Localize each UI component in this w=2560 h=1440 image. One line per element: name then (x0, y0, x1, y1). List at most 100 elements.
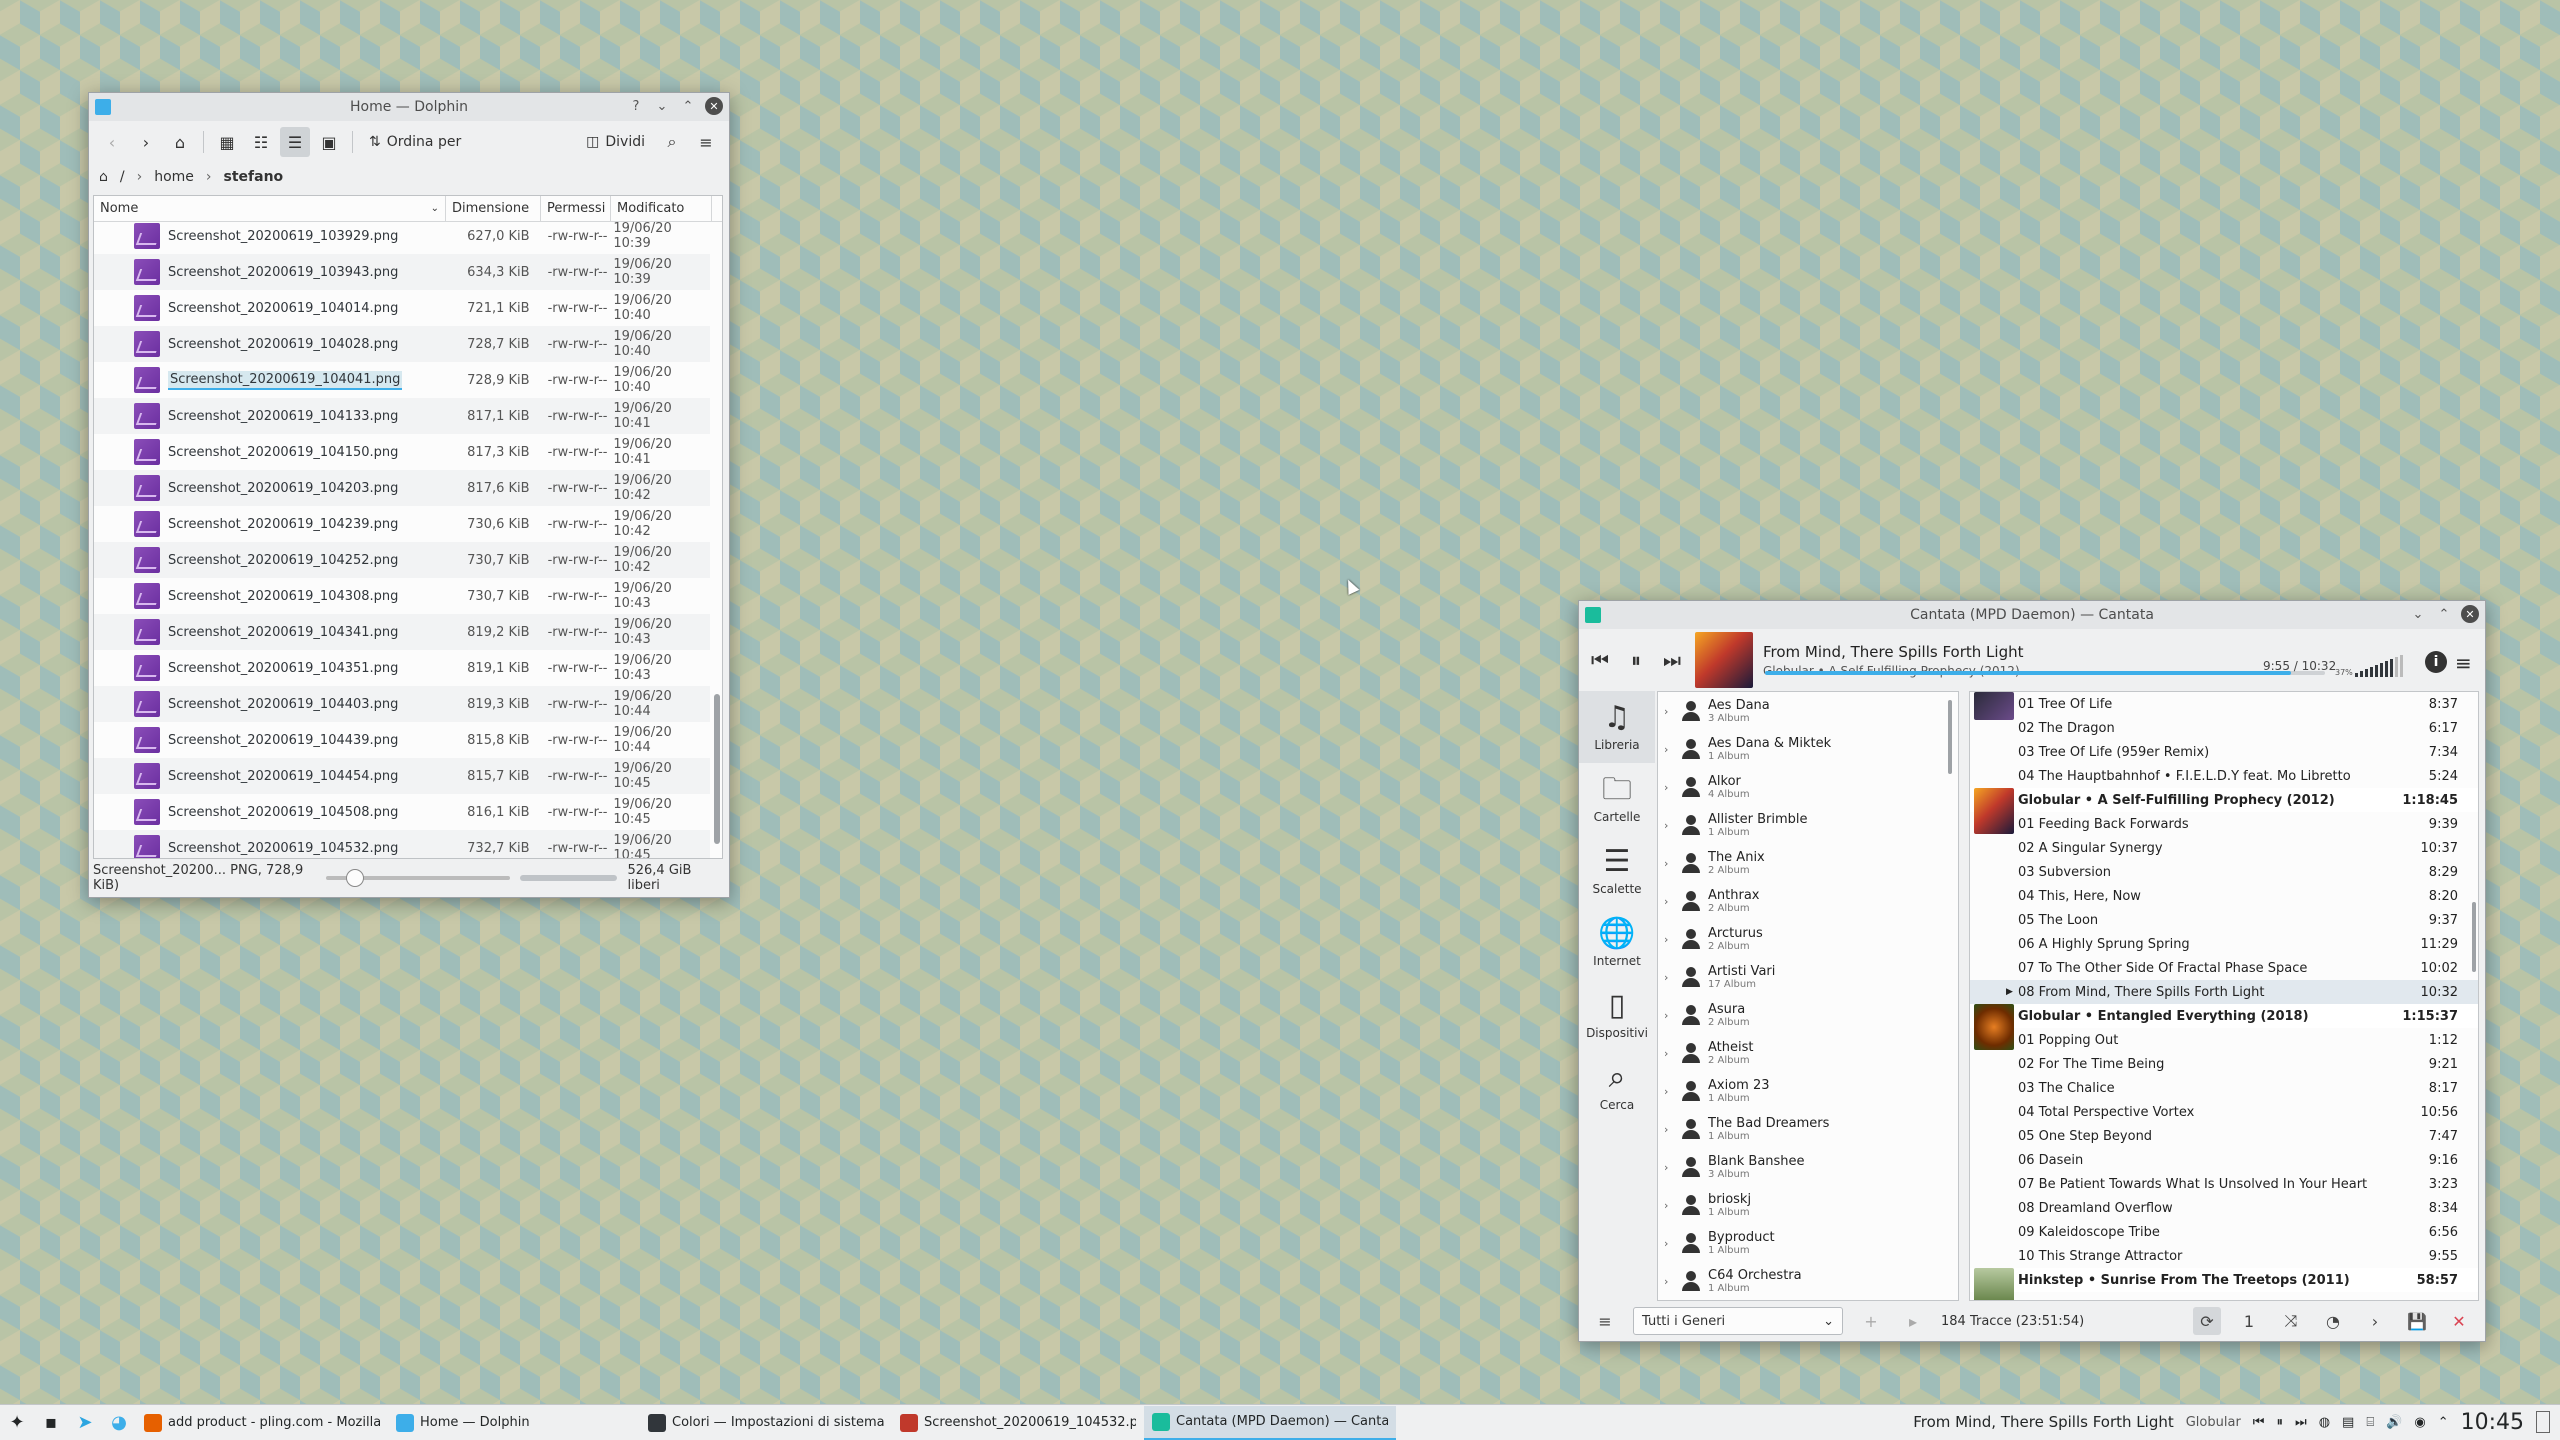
artist-row[interactable]: › The Anix 2 Album (1658, 844, 1958, 882)
zoom-slider[interactable] (326, 869, 511, 887)
file-row[interactable]: Screenshot_20200619_104341.png 819,2 KiB -… (94, 614, 710, 650)
artist-row[interactable]: › Axiom 23 1 Album (1658, 1072, 1958, 1110)
tray-artist[interactable]: Globular (2186, 1415, 2241, 1430)
breadcrumb-current[interactable]: stefano (224, 169, 284, 185)
chevron-right-icon[interactable]: › (1664, 1275, 1674, 1288)
compact-view-icon[interactable]: ☷ (246, 127, 276, 157)
notifications-icon[interactable]: ◉ (2414, 1415, 2425, 1430)
file-row[interactable]: Screenshot_20200619_104508.png 816,1 KiB -… (94, 794, 710, 830)
clock[interactable]: 10:45 (2461, 1410, 2524, 1435)
sidebar-item-cerca[interactable]: ⌕ Cerca (1579, 1051, 1655, 1123)
genre-select[interactable]: Tutti i Generi ⌄ (1633, 1307, 1843, 1335)
file-row[interactable]: Screenshot_20200619_104454.png 815,7 KiB -… (94, 758, 710, 794)
sidebar-item-cartelle[interactable]: 🗀 Cartelle (1579, 763, 1655, 835)
track-row[interactable]: 05 The Loon 9:37 (1970, 908, 2478, 932)
artist-scrollbar[interactable] (1948, 700, 1952, 774)
chevron-right-icon[interactable]: › (1664, 895, 1674, 908)
menu-icon[interactable]: ≡ (1591, 1307, 1619, 1335)
chevron-right-icon[interactable]: › (1664, 819, 1674, 832)
track-row[interactable]: 04 The Hauptbahnhof • F.I.E.L.D.Y feat. … (1970, 764, 2478, 788)
chevron-right-icon[interactable]: › (1664, 1199, 1674, 1212)
maximize-button[interactable]: ⌃ (679, 97, 697, 115)
split-button[interactable]: ◫ Dividi (578, 127, 653, 157)
artist-row[interactable]: › Blank Banshee 3 Album (1658, 1148, 1958, 1186)
task-item[interactable]: Cantata (MPD Daemon) — Cantata (1144, 1405, 1396, 1440)
info-icon[interactable]: i (2425, 651, 2447, 673)
telegram-icon[interactable]: ➤ (68, 1406, 102, 1440)
save-icon[interactable]: 💾 (2403, 1307, 2431, 1335)
terminal-icon[interactable]: ▪ (34, 1406, 68, 1440)
hamburger-menu-icon[interactable]: ≡ (691, 127, 721, 157)
chevron-right-icon[interactable]: › (1664, 971, 1674, 984)
clear-icon[interactable]: ✕ (2445, 1307, 2473, 1335)
chevron-right-icon[interactable]: › (1664, 743, 1674, 756)
track-row[interactable]: 02 A Singular Synergy 10:37 (1970, 836, 2478, 860)
file-row[interactable]: Screenshot_20200619_103943.png 634,3 KiB -… (94, 254, 710, 290)
icons-view-icon[interactable]: ▦ (212, 127, 242, 157)
show-desktop-icon[interactable] (2536, 1411, 2550, 1433)
file-row[interactable]: Screenshot_20200619_104150.png 817,3 KiB -… (94, 434, 710, 470)
file-row[interactable]: Screenshot_20200619_104014.png 721,1 KiB -… (94, 290, 710, 326)
volume-icon[interactable]: 🔊 (2386, 1415, 2402, 1430)
track-row[interactable]: 04 Total Perspective Vortex 10:56 (1970, 1100, 2478, 1124)
application-launcher-icon[interactable]: ✦ (0, 1406, 34, 1440)
file-row[interactable]: Screenshot_20200619_104041.png 728,9 KiB -… (94, 362, 710, 398)
chevron-right-icon[interactable]: › (1664, 1237, 1674, 1250)
sidebar-item-internet[interactable]: 🌐 Internet (1579, 907, 1655, 979)
chevron-right-icon[interactable]: › (1664, 705, 1674, 718)
album-header-row[interactable]: Globular • A Self-Fulfilling Prophecy (2… (1970, 788, 2478, 834)
file-row[interactable]: Screenshot_20200619_104532.png 732,7 KiB -… (94, 830, 710, 858)
artist-row[interactable]: › The Bad Dreamers 1 Album (1658, 1110, 1958, 1148)
forward-button[interactable]: › (131, 127, 161, 157)
chevron-right-icon[interactable]: › (1664, 781, 1674, 794)
progress-bar[interactable] (1765, 671, 2325, 675)
album-header-row[interactable]: Globular • Entangled Everything (2018) 1:… (1970, 1004, 2478, 1050)
track-row[interactable]: 01 Popping Out 1:12 (1970, 1028, 2478, 1052)
track-row[interactable]: 01 Feeding Back Forwards 9:39 (1970, 812, 2478, 836)
consume-icon[interactable]: ◔ (2319, 1307, 2347, 1335)
track-row[interactable]: ▶ 08 From Mind, There Spills Forth Light 1… (1970, 980, 2478, 1004)
artist-list[interactable]: › Aes Dana 3 Album › Aes Dana & Miktek 1 Albu… (1657, 691, 1959, 1301)
track-row[interactable]: 07 Be Patient Towards What Is Unsolved I… (1970, 1172, 2478, 1196)
previous-track-icon[interactable]: ⏮ (2253, 1415, 2265, 1430)
maximize-button[interactable]: ⌃ (2435, 605, 2453, 623)
sidebar-item-dispositivi[interactable]: ▯ Dispositivi (1579, 979, 1655, 1051)
sidebar-item-scalette[interactable]: ☰ Scalette (1579, 835, 1655, 907)
minimize-button[interactable]: ⌄ (653, 97, 671, 115)
track-row[interactable]: 02 The Dragon 6:17 (1970, 716, 2478, 740)
chevron-right-icon[interactable]: › (2361, 1307, 2389, 1335)
cantata-window[interactable]: Cantata (MPD Daemon) — Cantata ⌄ ⌃ ✕ ⏮ ⏸… (1578, 600, 2486, 1342)
track-row[interactable]: 03 The Chalice 8:17 (1970, 1076, 2478, 1100)
details-view-icon[interactable]: ☰ (280, 127, 310, 157)
close-button[interactable]: ✕ (2461, 605, 2479, 623)
sidebar-item-libreria[interactable]: ♫ Libreria (1579, 691, 1655, 763)
repeat-icon[interactable]: ⟳ (2193, 1307, 2221, 1335)
track-row[interactable]: 01 Tree Of Life 8:37 (1970, 692, 2478, 716)
artist-row[interactable]: › C64 Orchestra 1 Album (1658, 1262, 1958, 1300)
artist-row[interactable]: › Aes Dana & Miktek 1 Album (1658, 730, 1958, 768)
file-row[interactable]: Screenshot_20200619_104028.png 728,7 KiB -… (94, 326, 710, 362)
track-row[interactable]: 06 Dasein 9:16 (1970, 1148, 2478, 1172)
search-icon[interactable]: ⌕ (657, 127, 687, 157)
file-row[interactable]: Screenshot_20200619_104403.png 819,3 KiB -… (94, 686, 710, 722)
artist-row[interactable]: › Artisti Vari 17 Album (1658, 958, 1958, 996)
album-header-row[interactable]: Hinkstep • Sunrise From The Treetops (20… (1970, 1268, 2478, 1300)
file-row[interactable]: Screenshot_20200619_104351.png 819,1 KiB -… (94, 650, 710, 686)
chevron-right-icon[interactable]: › (1664, 1123, 1674, 1136)
minimize-button[interactable]: ⌄ (2409, 605, 2427, 623)
pause-icon[interactable]: ⏸ (2277, 1415, 2284, 1430)
file-row[interactable]: Screenshot_20200619_104308.png 730,7 KiB -… (94, 578, 710, 614)
play-queue[interactable]: 01 Tree Of Life 8:37 02 The Dragon 6:17 03 T… (1969, 691, 2479, 1301)
preview-icon[interactable]: ▣ (314, 127, 344, 157)
tray-icon[interactable]: ◍ (2319, 1415, 2330, 1430)
task-item[interactable]: add product - pling.com - Mozilla F... (136, 1406, 388, 1440)
artist-row[interactable]: › Arcturus 2 Album (1658, 920, 1958, 958)
single-button[interactable]: 1 (2235, 1307, 2263, 1335)
volume-control[interactable]: 37% (2335, 655, 2403, 677)
sort-button[interactable]: ⇅ Ordina per (361, 127, 469, 157)
task-item[interactable]: Screenshot_20200619_104532.pn... (892, 1406, 1144, 1440)
root-icon[interactable]: ⌂ (99, 169, 108, 185)
artist-row[interactable]: › Aes Dana 3 Album (1658, 692, 1958, 730)
track-row[interactable]: 03 Tree Of Life (959er Remix) 7:34 (1970, 740, 2478, 764)
file-list[interactable]: Nome ⌄ Dimensione Permessi Modificato Scr… (93, 195, 723, 859)
